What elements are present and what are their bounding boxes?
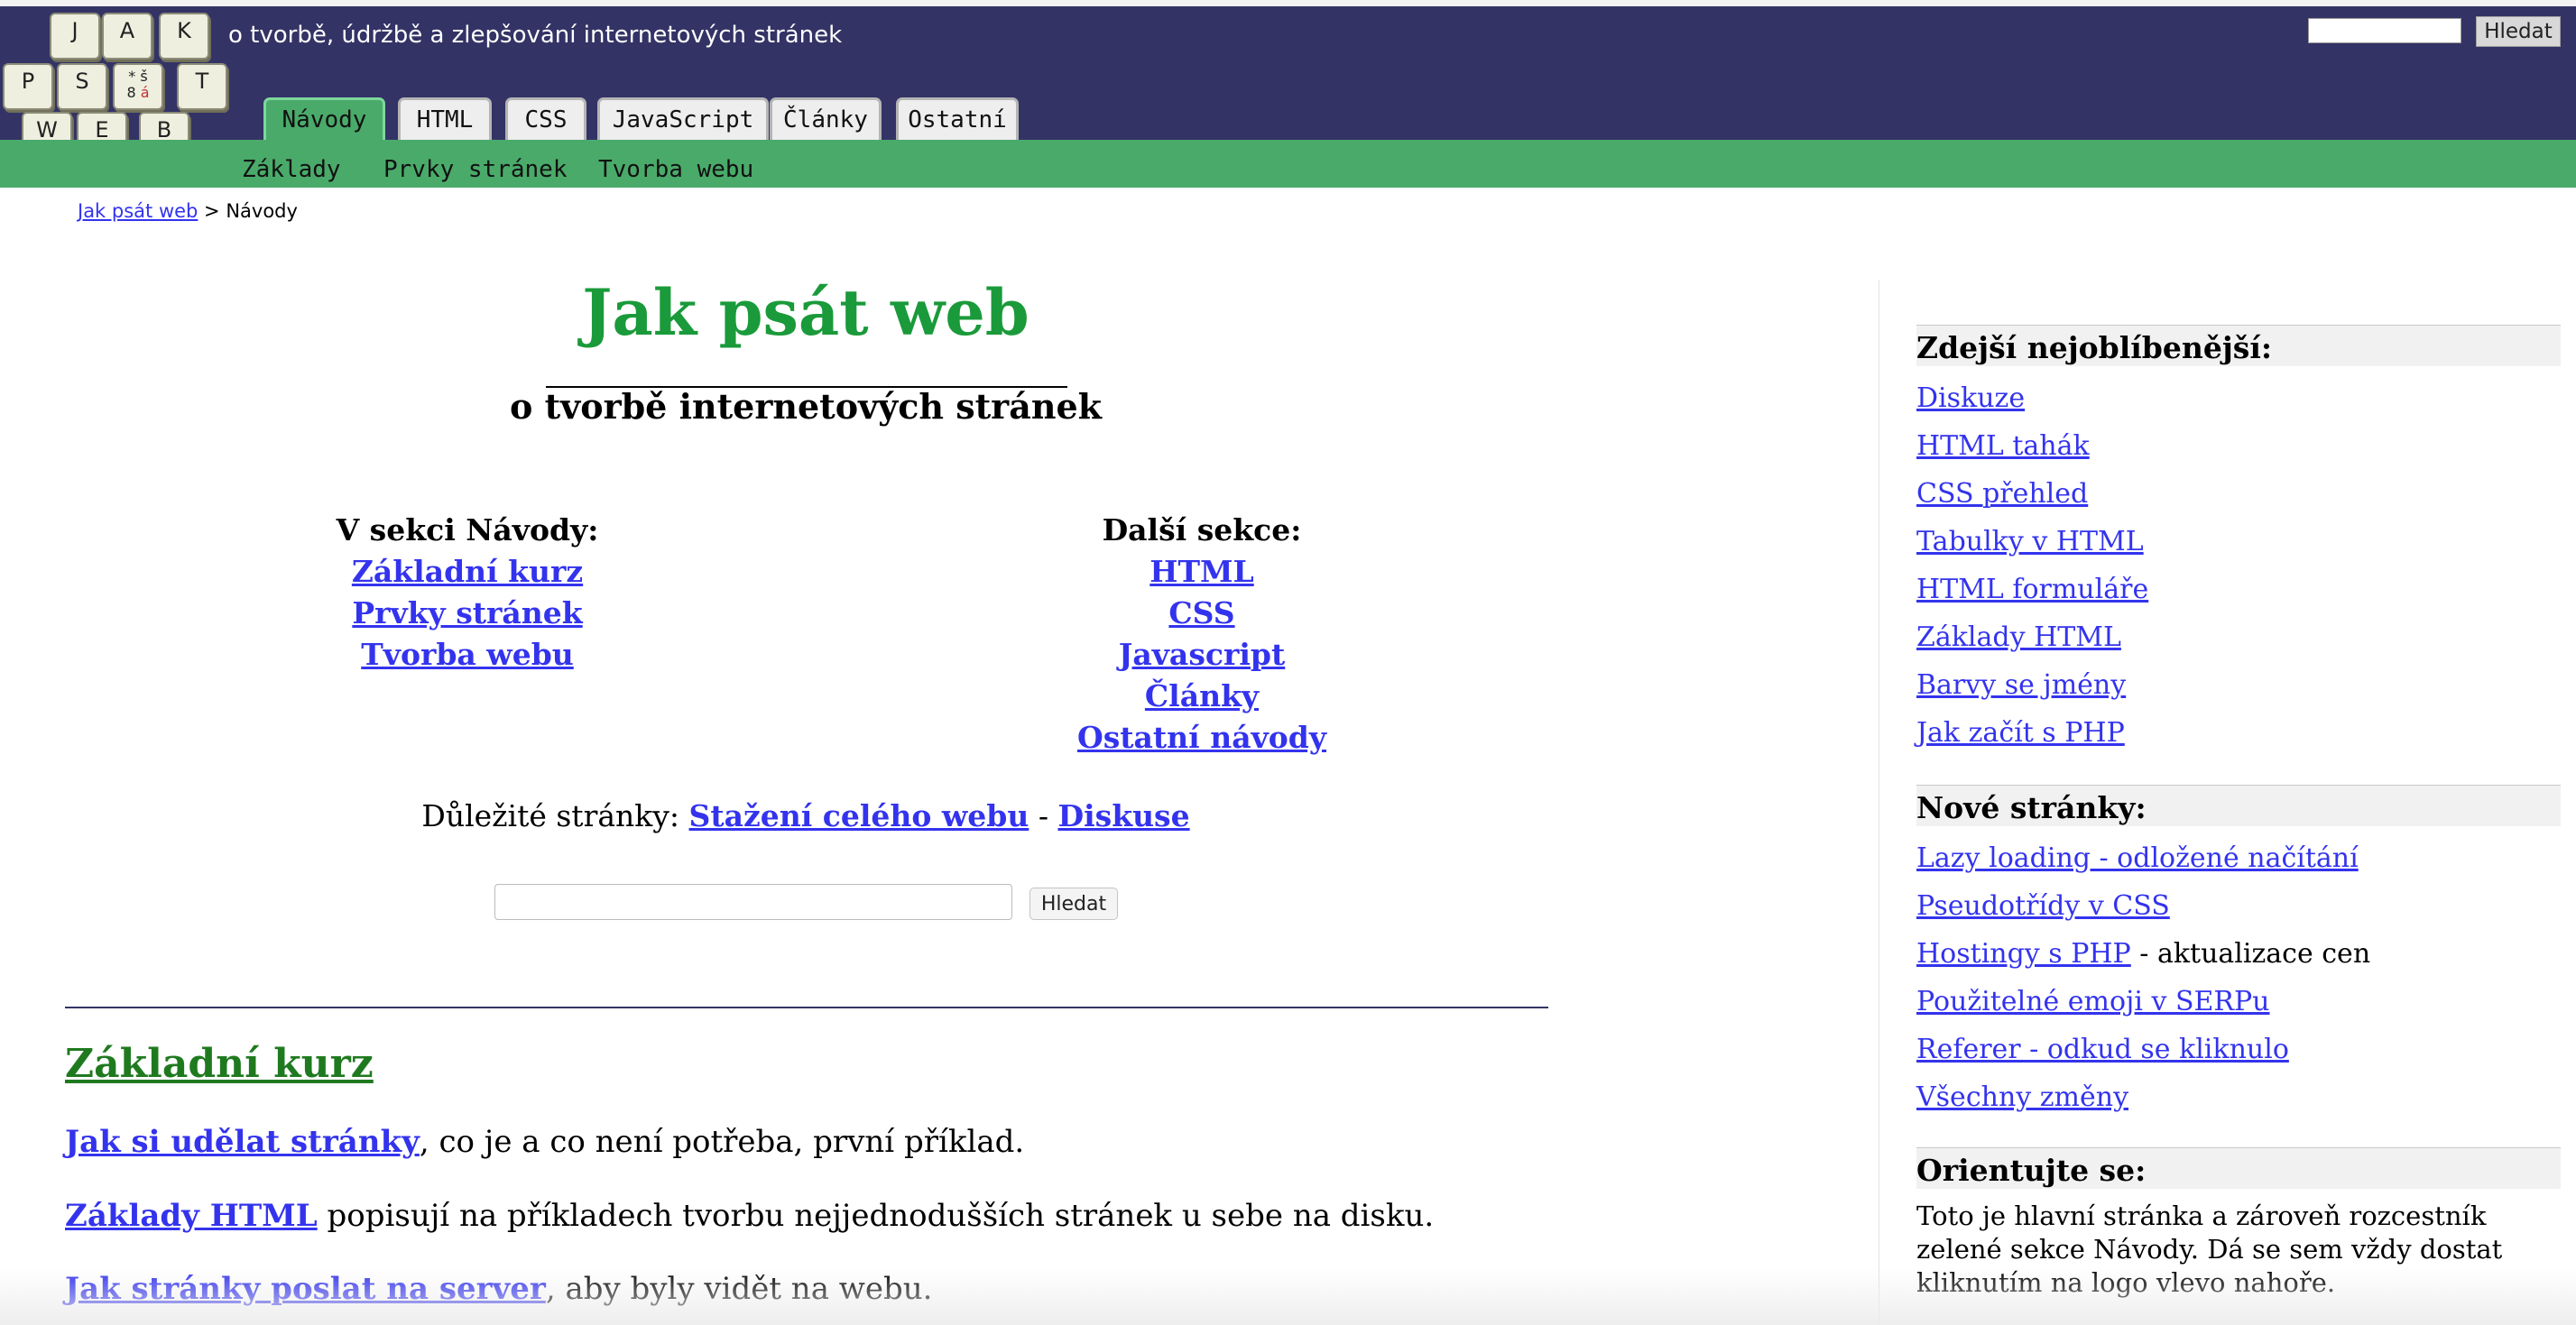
sidebar-heading-popular: Zdejší nejoblíbenější: [1916, 325, 2561, 366]
section-link-tvorba-webu[interactable]: Tvorba webu [287, 637, 648, 678]
logo-key: A [102, 13, 152, 60]
section-links-heading: V sekci Návody: [336, 512, 599, 547]
main-search-button[interactable]: Hledat [1029, 888, 1118, 920]
tab-javascript[interactable]: JavaScript [597, 97, 769, 140]
sidebar-new-link[interactable]: Použitelné emoji v SERPu [1916, 986, 2270, 1017]
sidebar-popular-item: Barvy se jmény [1916, 669, 2126, 701]
important-pages: Důležité stránky: Stažení celého webu - … [0, 798, 1611, 833]
page-subtitle: o tvorbě internetových stránek [510, 386, 1102, 427]
tab-navody[interactable]: Návody [263, 97, 385, 140]
sidebar-popular-link[interactable]: HTML tahák [1916, 430, 2090, 462]
breadcrumb-current: Návody [226, 200, 298, 222]
course-link[interactable]: Základy HTML [65, 1198, 318, 1234]
sidebar-heading-new: Nové stránky: [1916, 785, 2561, 826]
sidebar-new-link[interactable]: Referer - odkud se kliknulo [1916, 1034, 2289, 1065]
site-tagline: o tvorbě, údržbě a zlepšování internetov… [228, 22, 843, 49]
tab-html[interactable]: HTML [398, 97, 492, 140]
logo-key-special-mid: 8 [126, 84, 136, 101]
sidebar-popular-item: HTML tahák [1916, 430, 2090, 462]
sidebar-new-item: Lazy loading - odložené načítání [1916, 842, 2359, 874]
section-divider [65, 1007, 1548, 1008]
sidebar-popular-item: Diskuze [1916, 382, 2025, 414]
section-link-zakladni-kurz[interactable]: Základní kurz [287, 554, 648, 595]
logo-key-special-top: * š [128, 68, 148, 85]
course-link[interactable]: Jak si udělat stránky [65, 1124, 420, 1160]
tab-ostatni[interactable]: Ostatní [896, 97, 1019, 140]
other-sections-column: Další sekce: HTML CSS Javascript Články … [1021, 512, 1382, 761]
main-search-input[interactable] [494, 884, 1012, 920]
sidebar-new-item: Použitelné emoji v SERPu [1916, 986, 2270, 1017]
important-pages-separator: - [1029, 798, 1058, 833]
breadcrumb-home-link[interactable]: Jak psát web [78, 200, 198, 222]
sidebar-new-item: Všechny změny [1916, 1081, 2128, 1113]
sidebar-popular-link[interactable]: Diskuze [1916, 382, 2025, 414]
sidebar-new-item: Pseudotřídy v CSS [1916, 890, 2170, 922]
header-search-button[interactable]: Hledat [2476, 16, 2561, 47]
course-item: Jak si udělat stránky, co je a co není p… [65, 1124, 1024, 1160]
other-section-link-css[interactable]: CSS [1021, 595, 1382, 637]
sidebar-popular-item: CSS přehled [1916, 478, 2088, 510]
sidebar-orient-text: Toto je hlavní stránka a zároveň rozcest… [1916, 1201, 2503, 1298]
sidebar-popular-link[interactable]: Barvy se jmény [1916, 669, 2126, 701]
logo-key: K [159, 13, 209, 60]
sidebar-new-link[interactable]: Pseudotřídy v CSS [1916, 890, 2170, 922]
other-section-link-clanky[interactable]: Články [1021, 678, 1382, 720]
download-site-link[interactable]: Stažení celého webu [689, 798, 1029, 833]
discussion-link[interactable]: Diskuse [1057, 798, 1189, 833]
logo-key: J [50, 13, 100, 60]
sidebar-popular-link[interactable]: Tabulky v HTML [1916, 526, 2144, 557]
sidebar-new-link[interactable]: Lazy loading - odložené načítání [1916, 842, 2359, 874]
sidebar-new-suffix: - aktualizace cen [2130, 938, 2371, 970]
tab-css[interactable]: CSS [505, 97, 586, 140]
sidebar-popular-link[interactable]: Základy HTML [1916, 621, 2121, 653]
section-subnav: Základy Prvky stránek Tvorba webu [0, 140, 2576, 188]
other-section-link-html[interactable]: HTML [1021, 554, 1382, 595]
other-sections-heading: Další sekce: [1102, 512, 1302, 547]
sidebar-new-link[interactable]: Všechny změny [1916, 1081, 2128, 1113]
section-links-column: V sekci Návody: Základní kurz Prvky strá… [287, 512, 648, 678]
course-item: Jak stránky poslat na server, aby byly v… [65, 1271, 932, 1307]
sidebar-popular-item: Základy HTML [1916, 621, 2121, 653]
subnav-tvorba-webu[interactable]: Tvorba webu [598, 156, 753, 183]
sidebar-new-item: Hostingy s PHP - aktualizace cen [1916, 938, 2370, 970]
logo-key-special: * š 8 á [113, 63, 163, 110]
subnav-prvky-stranek[interactable]: Prvky stránek [383, 156, 568, 183]
logo-key: T [177, 63, 227, 110]
breadcrumb: Jak psát web > Návody [78, 200, 298, 222]
subnav-zaklady[interactable]: Základy [242, 156, 341, 183]
course-item-text: , aby byly vidět na webu. [545, 1271, 933, 1307]
logo-key-special-right: á [140, 84, 150, 101]
tab-clanky[interactable]: Články [770, 97, 882, 140]
sidebar-popular-link[interactable]: CSS přehled [1916, 478, 2088, 510]
sidebar-popular-item: HTML formuláře [1916, 574, 2148, 605]
section-heading-zakladni-kurz[interactable]: Základní kurz [65, 1041, 374, 1087]
other-section-link-javascript[interactable]: Javascript [1021, 637, 1382, 678]
page-title: Jak psát web [582, 275, 1029, 350]
header-search-input[interactable] [2308, 18, 2461, 43]
sidebar-popular-item: Jak začít s PHP [1916, 717, 2125, 749]
sidebar-popular-link[interactable]: Jak začít s PHP [1916, 717, 2125, 749]
logo-key: S [57, 63, 107, 110]
sidebar-new-item: Referer - odkud se kliknulo [1916, 1034, 2289, 1065]
other-section-link-ostatni[interactable]: Ostatní návody [1021, 720, 1382, 761]
sidebar-popular-link[interactable]: HTML formuláře [1916, 574, 2148, 605]
important-pages-label: Důležité stránky: [421, 798, 689, 833]
course-item: Základy HTML popisují na příkladech tvor… [65, 1198, 1434, 1234]
sidebar-heading-orient: Orientujte se: [1916, 1147, 2561, 1189]
sidebar-popular-item: Tabulky v HTML [1916, 526, 2144, 557]
section-link-prvky-stranek[interactable]: Prvky stránek [287, 595, 648, 637]
course-item-text: popisují na příkladech tvorbu nejjednodu… [317, 1198, 1435, 1234]
breadcrumb-separator: > [198, 200, 226, 222]
browser-top-strip [0, 0, 2576, 6]
site-header: J A K P S * š 8 á T W E B o tvorbě, údrž… [0, 0, 2576, 159]
sidebar-new-link[interactable]: Hostingy s PHP [1916, 938, 2131, 970]
course-link[interactable]: Jak stránky poslat na server [65, 1271, 546, 1307]
logo-key: P [3, 63, 53, 110]
course-item-text: , co je a co není potřeba, první příklad… [419, 1124, 1025, 1160]
